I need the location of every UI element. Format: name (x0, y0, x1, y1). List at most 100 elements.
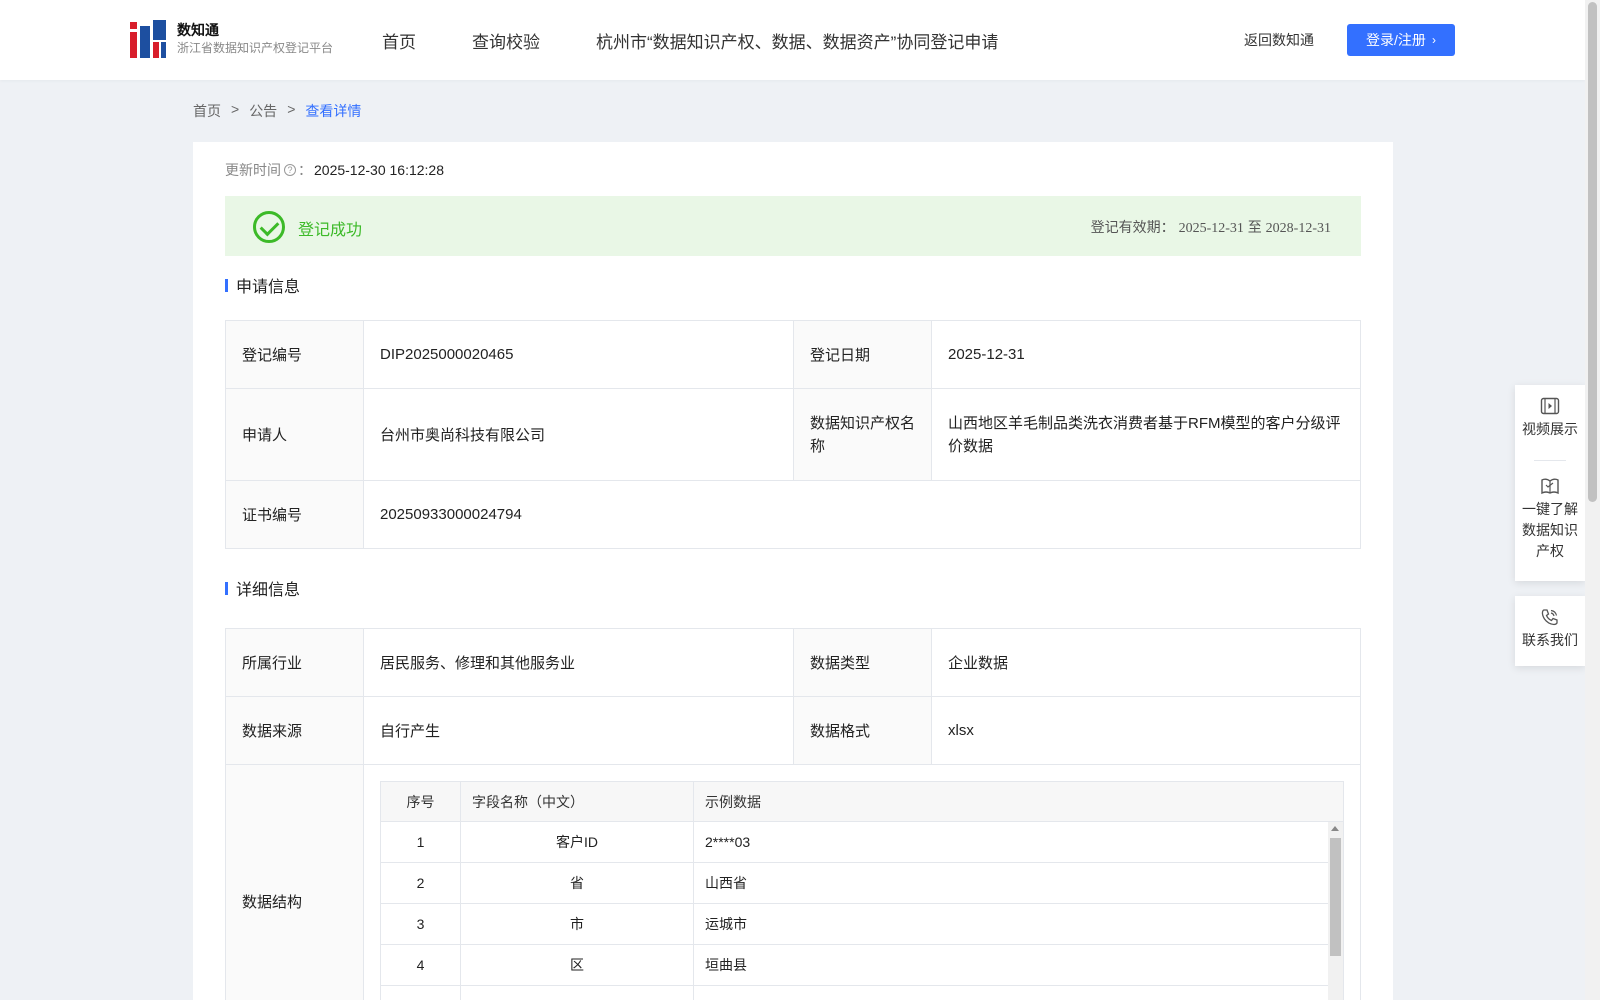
video-showcase-button[interactable]: 视频展示 (1515, 385, 1585, 460)
table-row: 登记编号 DIP2025000020465 登记日期 2025-12-31 (225, 320, 1361, 389)
back-to-shuzhitong-link[interactable]: 返回数知通 (1244, 30, 1314, 50)
section-marker (225, 581, 228, 595)
row-sample: 山西省 (705, 875, 747, 891)
data-type-value: 企业数据 (931, 628, 1361, 697)
cert-no-label: 证书编号 (225, 480, 364, 549)
detail-card: 更新时间 ? ： 2025-12-30 16:12:28 登记成功 登记有效期：… (193, 142, 1393, 1000)
header-field-name: 字段名称（中文） (461, 782, 694, 821)
header-index: 序号 (381, 782, 461, 821)
update-time-label: 更新时间 (225, 162, 281, 178)
structure-label: 数据结构 (225, 764, 364, 1000)
update-time-colon: ： (298, 162, 312, 178)
reg-date-label: 登记日期 (793, 320, 932, 389)
applicant-value: 台州市奥尚科技有限公司 (363, 388, 794, 481)
nav-home[interactable]: 首页 (382, 28, 416, 53)
phone-icon (1541, 609, 1558, 626)
applicant-label: 申请人 (225, 388, 364, 481)
ip-name-label: 数据知识产权名称 (793, 388, 932, 481)
row-index: 2 (381, 863, 461, 903)
contact-us-label: 联系我们 (1522, 632, 1578, 648)
row-index: 4 (381, 945, 461, 985)
learn-line-1: 一键了解 (1522, 501, 1578, 517)
validity-start: 2025-12-31 (1178, 221, 1244, 236)
validity-label: 登记有效期： (1090, 219, 1175, 235)
table-row: 2 省 山西省 (381, 863, 1330, 904)
detail-info-table: 所属行业 居民服务、修理和其他服务业 数据类型 企业数据 数据来源 自行产生 数… (225, 628, 1361, 1000)
learn-line-2: 数据知识 (1522, 522, 1578, 538)
brand-name: 数知通 (177, 22, 219, 38)
table-row: 申请人 台州市奥尚科技有限公司 数据知识产权名称 山西地区羊毛制品类洗衣消费者基… (225, 388, 1361, 481)
scroll-up-arrow-icon[interactable] (1331, 826, 1339, 831)
format-value: xlsx (931, 696, 1361, 765)
row-sample: 运城市 (705, 916, 747, 932)
float-panel-top: 视频展示 一键了解 数据知识 产权 (1515, 385, 1585, 581)
structure-cell: 序号 字段名称（中文） 示例数据 1 客户ID 2****03 2 省 山西省 … (363, 764, 1361, 1000)
section-marker (225, 278, 228, 292)
video-showcase-label: 视频展示 (1522, 421, 1578, 437)
table-row: 证书编号 20250933000024794 (225, 480, 1361, 549)
page-scrollbar[interactable] (1585, 0, 1600, 1000)
industry-label: 所属行业 (225, 628, 364, 697)
breadcrumb-separator: > (287, 101, 296, 117)
structure-header-row: 序号 字段名称（中文） 示例数据 (381, 782, 1343, 822)
update-time-row: 更新时间 ? ： 2025-12-30 16:12:28 (225, 160, 444, 180)
data-structure-table: 序号 字段名称（中文） 示例数据 1 客户ID 2****03 2 省 山西省 … (380, 781, 1344, 1000)
question-icon[interactable]: ? (284, 164, 296, 176)
brand-subtitle: 浙江省数据知识产权登记平台 (177, 41, 334, 55)
validity-end: 2028-12-31 (1265, 221, 1331, 236)
structure-body[interactable]: 1 客户ID 2****03 2 省 山西省 3 市 运城市 4 区 垣曲县 (381, 822, 1330, 1000)
breadcrumb-home[interactable]: 首页 (193, 101, 221, 121)
brand-logo[interactable]: 数知通 浙江省数据知识产权登记平台 (130, 20, 333, 58)
row-index: 1 (381, 822, 461, 862)
apply-info-table: 登记编号 DIP2025000020465 登记日期 2025-12-31 申请… (225, 320, 1361, 549)
nav-hangzhou-apply[interactable]: 杭州市“数据知识产权、数据、数据资产”协同登记申请 (596, 28, 998, 53)
logo-icon (130, 20, 166, 58)
main-nav: 首页 查询校验 杭州市“数据知识产权、数据、数据资产”协同登记申请 (382, 0, 1054, 80)
validity-period: 登记有效期： 2025-12-31 至 2028-12-31 (1091, 217, 1331, 237)
page-scrollbar-thumb[interactable] (1588, 2, 1597, 502)
breadcrumb: 首页 > 公告 > 查看详情 (193, 101, 371, 121)
table-row: 3 市 运城市 (381, 904, 1330, 945)
ip-name-value: 山西地区羊毛制品类洗衣消费者基于RFM模型的客户分级评价数据 (931, 388, 1361, 481)
reg-date-value: 2025-12-31 (931, 320, 1361, 389)
table-row: 1 客户ID 2****03 (381, 822, 1330, 863)
row-sample: 2****03 (705, 834, 751, 850)
section-title-text: 详细信息 (236, 582, 301, 599)
row-field-name: 市 (461, 904, 694, 944)
section-title-text: 申请信息 (236, 279, 301, 296)
row-sample: 垣曲县 (705, 957, 747, 973)
data-type-label: 数据类型 (793, 628, 932, 697)
validity-to: 至 (1247, 219, 1262, 235)
source-label: 数据来源 (225, 696, 364, 765)
update-time-value: 2025-12-30 16:12:28 (314, 162, 444, 178)
video-icon (1540, 397, 1560, 415)
section-title-detail: 详细信息 (225, 576, 300, 600)
contact-us-button[interactable]: 联系我们 (1515, 596, 1585, 651)
header-sample: 示例数据 (705, 793, 761, 810)
login-button-label: 登录/注册 (1366, 32, 1426, 48)
learn-line-3: 产权 (1536, 543, 1564, 559)
structure-scrollbar[interactable] (1328, 822, 1343, 1000)
reg-no-label: 登记编号 (225, 320, 364, 389)
row-field-name: 区 (461, 945, 694, 985)
chevron-right-icon: › (1431, 33, 1436, 47)
status-banner: 登记成功 登记有效期： 2025-12-31 至 2028-12-31 (225, 196, 1361, 256)
scrollbar-thumb[interactable] (1330, 838, 1341, 956)
industry-value: 居民服务、修理和其他服务业 (363, 628, 794, 697)
table-row: 数据结构 序号 字段名称（中文） 示例数据 1 客户ID 2****03 2 省… (225, 764, 1361, 1000)
table-row: 数据来源 自行产生 数据格式 xlsx (225, 696, 1361, 765)
breadcrumb-separator: > (231, 101, 240, 117)
breadcrumb-current: 查看详情 (305, 103, 362, 119)
row-field-name: 省 (461, 863, 694, 903)
breadcrumb-notice[interactable]: 公告 (249, 101, 277, 121)
float-panel-contact: 联系我们 (1515, 596, 1585, 666)
learn-data-ip-button[interactable]: 一键了解 数据知识 产权 (1515, 461, 1585, 562)
table-row: 4 区 垣曲县 (381, 945, 1330, 986)
table-row: 所属行业 居民服务、修理和其他服务业 数据类型 企业数据 (225, 628, 1361, 697)
table-row (381, 986, 1330, 1000)
nav-query[interactable]: 查询校验 (472, 28, 540, 53)
status-text: 登记成功 (298, 222, 363, 239)
login-register-button[interactable]: 登录/注册 › (1347, 24, 1455, 56)
top-header: 数知通 浙江省数据知识产权登记平台 首页 查询校验 杭州市“数据知识产权、数据、… (0, 0, 1585, 80)
row-index: 3 (381, 904, 461, 944)
